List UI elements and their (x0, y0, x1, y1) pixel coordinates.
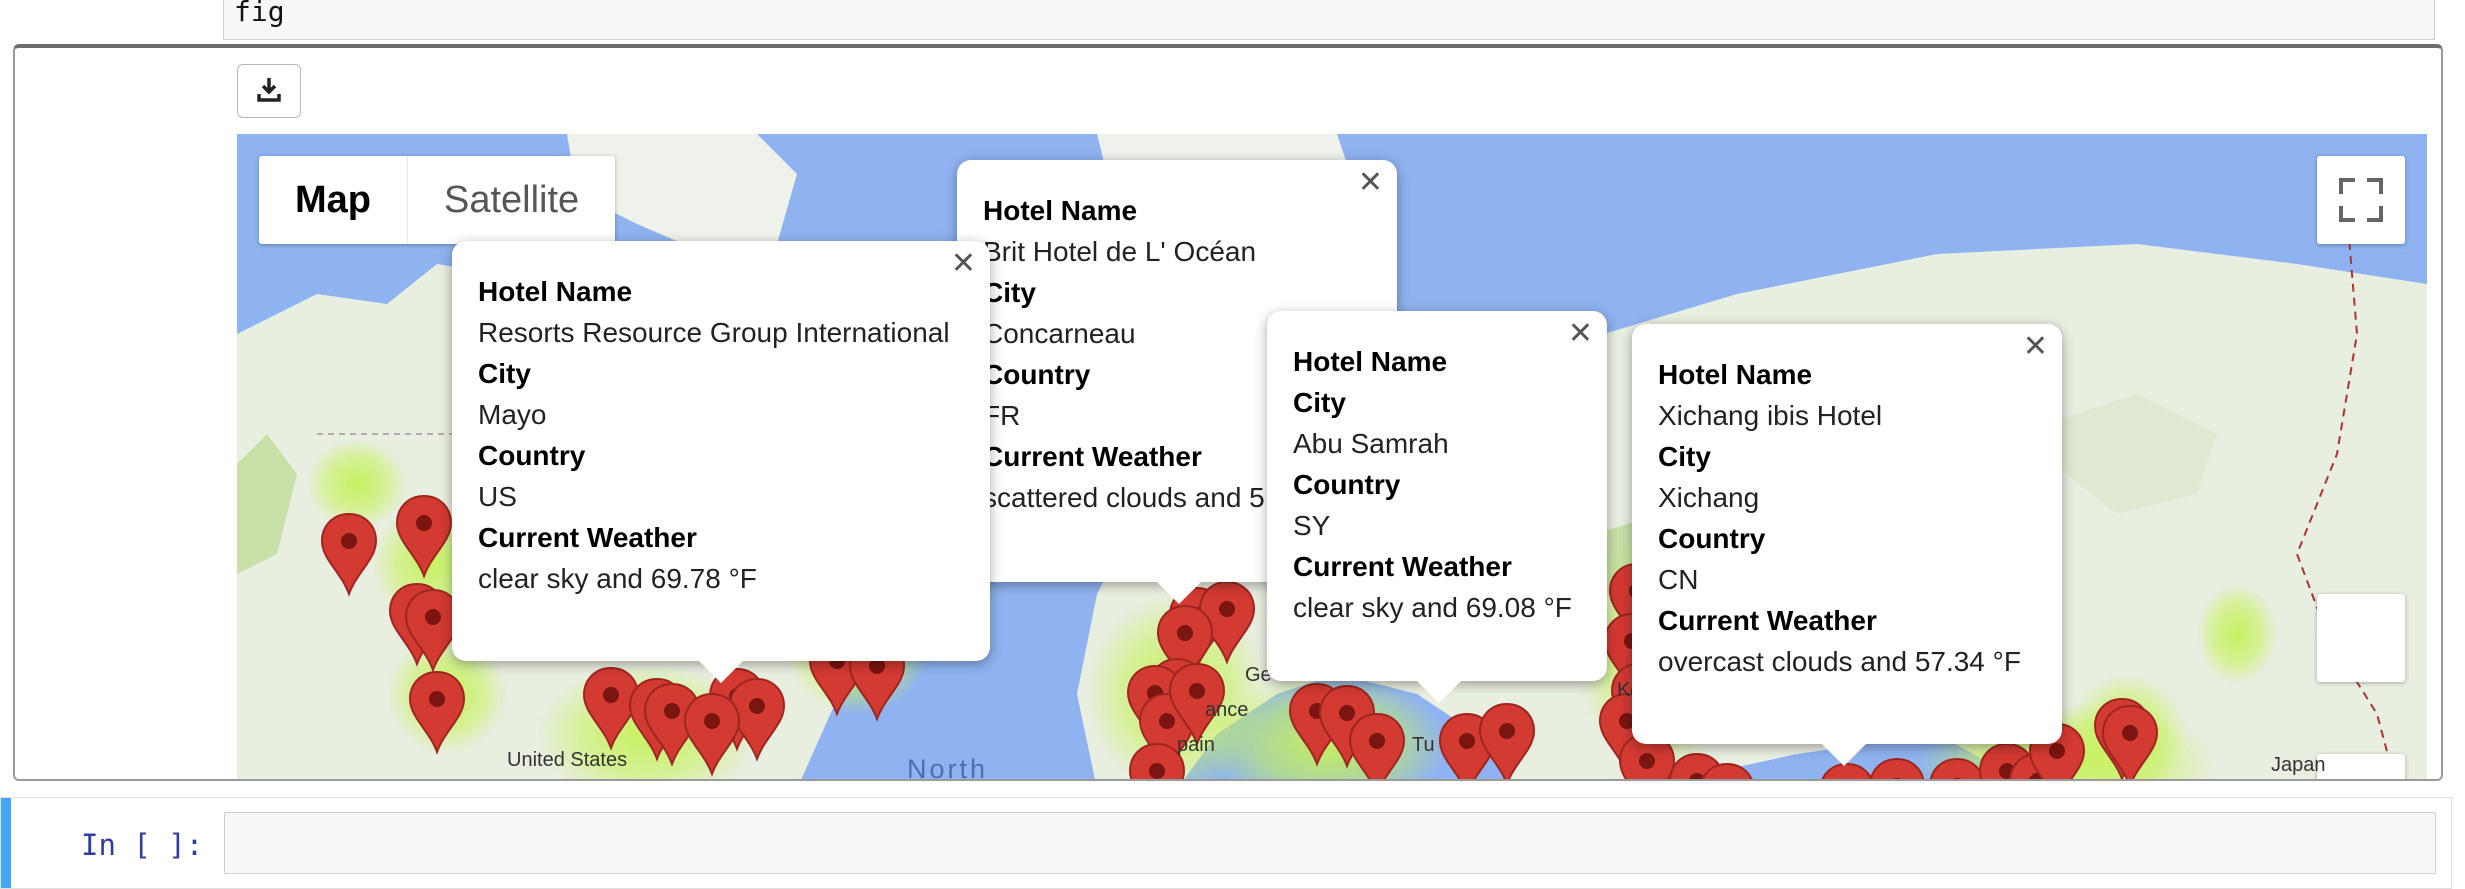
label-turkey: Tu (1412, 734, 1435, 756)
zoom-control[interactable] (2317, 754, 2405, 779)
weather-label: Current Weather (478, 522, 697, 553)
close-icon[interactable]: ✕ (1358, 168, 1383, 198)
city-label: City (1658, 441, 1711, 472)
label-spain: pain (1177, 734, 1215, 756)
hotel-label: Hotel Name (1658, 359, 1813, 390)
city-label: City (478, 358, 531, 389)
output-area: Map Satellite United States North Japan … (13, 44, 2443, 781)
map-view[interactable]: Map Satellite United States North Japan … (237, 134, 2427, 781)
country-label: Country (1293, 469, 1401, 500)
close-icon[interactable]: ✕ (2023, 332, 2048, 362)
download-icon (256, 76, 282, 107)
hotel-value: Brit Hotel de L' Océan (983, 236, 1257, 267)
hotel-value: Resorts Resource Group International (478, 317, 950, 348)
info-window-mayo: ✕ Hotel Name Resorts Resource Group Inte… (452, 241, 990, 683)
fullscreen-icon (2317, 178, 2405, 248)
map-type-map-button[interactable]: Map (259, 156, 408, 244)
city-label: City (983, 277, 1036, 308)
hotel-label: Hotel Name (1293, 346, 1448, 377)
close-icon[interactable]: ✕ (951, 249, 976, 279)
country-label: Country (478, 440, 586, 471)
hotel-value: Xichang ibis Hotel (1658, 400, 1883, 431)
country-value: CN (1658, 564, 1699, 595)
weather-label: Current Weather (1658, 605, 1877, 636)
info-window-xichang: ✕ Hotel Name Xichang ibis Hotel City Xic… (1632, 324, 2062, 766)
city-value: Xichang (1658, 482, 1760, 513)
code-cell[interactable]: fig (223, 0, 2435, 40)
weather-value: clear sky and 69.78 °F (478, 563, 757, 594)
close-icon[interactable]: ✕ (1568, 319, 1593, 349)
fullscreen-button[interactable] (2317, 156, 2405, 244)
code-text: fig (234, 0, 285, 28)
input-prompt: In [ ]: (81, 828, 204, 862)
country-label: Country (1658, 523, 1766, 554)
cell-selection-bar (1, 798, 11, 888)
city-value: Abu Samrah (1293, 428, 1449, 459)
weather-label: Current Weather (1293, 551, 1512, 582)
label-north-ocean: North (907, 754, 989, 781)
label-france: ance (1205, 699, 1249, 721)
street-view-control[interactable] (2317, 594, 2405, 682)
label-united-states: United States (507, 749, 628, 771)
hotel-label: Hotel Name (478, 276, 633, 307)
city-label: City (1293, 387, 1346, 418)
city-value: Mayo (478, 399, 547, 430)
country-value: US (478, 481, 517, 512)
download-button[interactable] (237, 64, 301, 118)
info-window-abu-samrah: ✕ Hotel Name City Abu Samrah Country SY … (1267, 311, 1607, 703)
input-cell[interactable]: In [ ]: (0, 797, 2452, 889)
country-value: SY (1293, 510, 1331, 541)
code-input[interactable] (224, 812, 2436, 874)
weather-value: clear sky and 69.08 °F (1293, 592, 1572, 623)
map-type-satellite-button[interactable]: Satellite (408, 156, 615, 244)
label-japan: Japan (2271, 754, 2326, 776)
hotel-label: Hotel Name (983, 195, 1138, 226)
weather-value: overcast clouds and 57.34 °F (1658, 646, 2021, 677)
map-type-control: Map Satellite (259, 156, 616, 244)
